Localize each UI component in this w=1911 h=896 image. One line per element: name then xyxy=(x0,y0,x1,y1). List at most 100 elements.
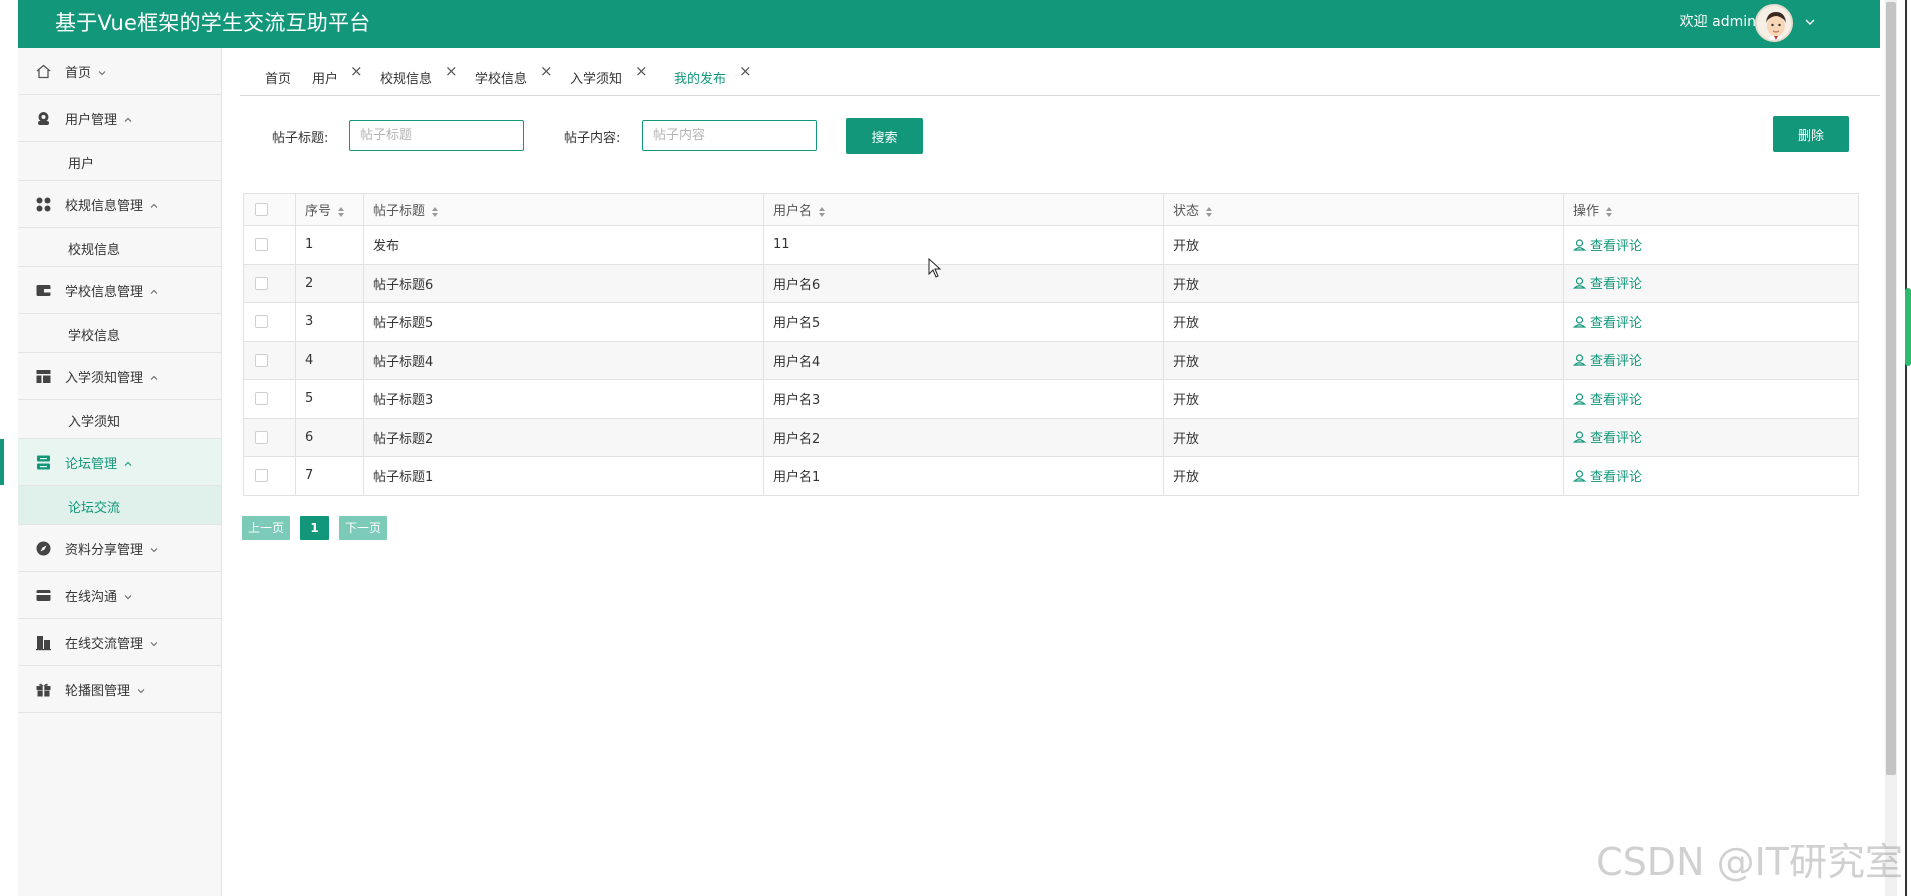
row-checkbox[interactable] xyxy=(255,238,268,252)
column-header-username[interactable]: 用户名 xyxy=(763,193,1164,226)
window-edge xyxy=(1905,0,1907,896)
close-icon[interactable]: × xyxy=(350,62,363,80)
row-checkbox[interactable] xyxy=(255,315,268,329)
sidebar-item-online-chat[interactable]: 在线沟通 xyxy=(18,572,221,619)
cell-status: 开放 xyxy=(1163,225,1564,265)
close-icon[interactable]: × xyxy=(445,62,458,80)
view-comments-link[interactable]: 查看评论 xyxy=(1573,427,1642,446)
sidebar-subitem-admission[interactable]: 入学须知 xyxy=(18,400,221,439)
row-checkbox[interactable] xyxy=(255,353,268,367)
sort-icon[interactable] xyxy=(337,206,345,218)
sidebar-item-resources-management[interactable]: 资料分享管理 xyxy=(18,525,221,572)
chevron-down-icon xyxy=(137,689,145,694)
tab-my-posts[interactable]: 我的发布 xyxy=(674,68,726,87)
sidebar-item-online-exchange-management[interactable]: 在线交流管理 xyxy=(18,619,221,666)
top-header: 基于Vue框架的学生交流互助平台 欢迎 admin xyxy=(18,0,1880,48)
tab-home[interactable]: 首页 xyxy=(265,68,291,87)
cell-no: 1 xyxy=(295,225,364,265)
vertical-scrollbar[interactable] xyxy=(1885,0,1897,896)
cell-status: 开放 xyxy=(1163,340,1564,380)
title-search-input[interactable] xyxy=(349,120,524,151)
view-comments-link[interactable]: 查看评论 xyxy=(1573,312,1642,331)
sidebar-subitem-users[interactable]: 用户 xyxy=(18,142,221,181)
view-comments-link[interactable]: 查看评论 xyxy=(1573,350,1642,369)
table-row: 2 帖子标题6 用户名6 开放 查看评论 xyxy=(243,263,1859,303)
sidebar-item-user-management[interactable]: 用户管理 xyxy=(18,95,221,142)
comment-user-icon xyxy=(1573,316,1586,328)
table-header-row: 序号 帖子标题 用户名 状态 操作 xyxy=(243,193,1859,226)
sort-icon[interactable] xyxy=(431,206,439,218)
tab-school[interactable]: 学校信息 xyxy=(475,68,527,87)
comment-user-icon xyxy=(1573,431,1586,443)
tab-rules[interactable]: 校规信息 xyxy=(380,68,432,87)
sidebar-subitem-forum[interactable]: 论坛交流 xyxy=(18,486,221,525)
close-icon[interactable]: × xyxy=(540,62,553,80)
next-page-button[interactable]: 下一页 xyxy=(339,516,387,540)
view-comments-link[interactable]: 查看评论 xyxy=(1573,273,1642,292)
sidebar-item-label: 用户管理 xyxy=(65,112,118,128)
sidebar-item-school-management[interactable]: 学校信息管理 xyxy=(18,267,221,314)
current-page-button[interactable]: 1 xyxy=(300,516,329,540)
chevron-down-icon[interactable] xyxy=(1802,14,1818,30)
compass-icon xyxy=(34,539,52,557)
column-header-no[interactable]: 序号 xyxy=(295,193,364,226)
sort-icon[interactable] xyxy=(1605,206,1613,218)
sidebar-item-home[interactable]: 首页 xyxy=(18,48,221,95)
sidebar-item-rules-management[interactable]: 校规信息管理 xyxy=(18,181,221,228)
sort-icon[interactable] xyxy=(1205,206,1213,218)
view-comments-link[interactable]: 查看评论 xyxy=(1573,389,1642,408)
row-checkbox[interactable] xyxy=(255,392,268,406)
cell-no: 3 xyxy=(295,302,364,342)
sidebar-subitem-label: 论坛交流 xyxy=(68,501,121,516)
close-icon[interactable]: × xyxy=(739,62,752,80)
building-icon xyxy=(34,633,52,651)
close-icon[interactable]: × xyxy=(635,62,648,80)
cell-username: 用户名6 xyxy=(763,263,1164,303)
column-header-title[interactable]: 帖子标题 xyxy=(363,193,764,226)
chevron-down-icon xyxy=(98,71,106,76)
chevron-up-icon xyxy=(150,289,158,294)
sidebar-item-carousel-management[interactable]: 轮播图管理 xyxy=(18,666,221,713)
search-button[interactable]: 搜索 xyxy=(846,118,923,154)
sidebar-subitem-label: 用户 xyxy=(68,157,95,172)
sidebar-item-label: 在线交流管理 xyxy=(65,636,144,652)
cell-status: 开放 xyxy=(1163,302,1564,342)
sidebar-subitem-school[interactable]: 学校信息 xyxy=(18,314,221,353)
content-search-input[interactable] xyxy=(642,120,817,151)
table-row: 3 帖子标题5 用户名5 开放 查看评论 xyxy=(243,302,1859,342)
cell-status: 开放 xyxy=(1163,263,1564,303)
sidebar-item-admission-management[interactable]: 入学须知管理 xyxy=(18,353,221,400)
row-checkbox[interactable] xyxy=(255,430,268,444)
row-checkbox[interactable] xyxy=(255,276,268,290)
cell-username: 用户名4 xyxy=(763,340,1164,380)
tab-users[interactable]: 用户 xyxy=(312,68,338,87)
view-comments-link[interactable]: 查看评论 xyxy=(1573,466,1642,485)
delete-button[interactable]: 删除 xyxy=(1773,116,1849,152)
column-header-actions: 操作 xyxy=(1563,193,1859,226)
prev-page-button[interactable]: 上一页 xyxy=(242,516,290,540)
sidebar-subitem-rules[interactable]: 校规信息 xyxy=(18,228,221,267)
cell-no: 4 xyxy=(295,340,364,380)
mouse-cursor-icon xyxy=(928,258,942,278)
comment-user-icon xyxy=(1573,277,1586,289)
comment-user-icon xyxy=(1573,354,1586,366)
content-search-label: 帖子内容: xyxy=(564,131,621,146)
sort-icon[interactable] xyxy=(818,206,826,218)
cell-username: 用户名5 xyxy=(763,302,1164,342)
select-all-checkbox[interactable] xyxy=(255,203,268,216)
scrollbar-thumb[interactable] xyxy=(1886,2,1896,775)
layout-icon xyxy=(34,367,52,385)
column-header-status[interactable]: 状态 xyxy=(1163,193,1564,226)
tab-admission[interactable]: 入学须知 xyxy=(570,68,622,87)
watermark: CSDN @IT研究室 xyxy=(1596,840,1903,884)
sidebar-subitem-label: 学校信息 xyxy=(68,329,121,344)
view-comments-link[interactable]: 查看评论 xyxy=(1573,235,1642,254)
cell-status: 开放 xyxy=(1163,456,1564,496)
home-icon xyxy=(34,62,52,80)
avatar[interactable] xyxy=(1755,4,1793,42)
server-icon xyxy=(34,453,52,471)
cell-title: 帖子标题6 xyxy=(363,263,764,303)
sidebar-item-forum-management[interactable]: 论坛管理 xyxy=(0,439,221,486)
row-checkbox[interactable] xyxy=(255,469,268,483)
sidebar-item-label: 入学须知管理 xyxy=(65,370,144,386)
